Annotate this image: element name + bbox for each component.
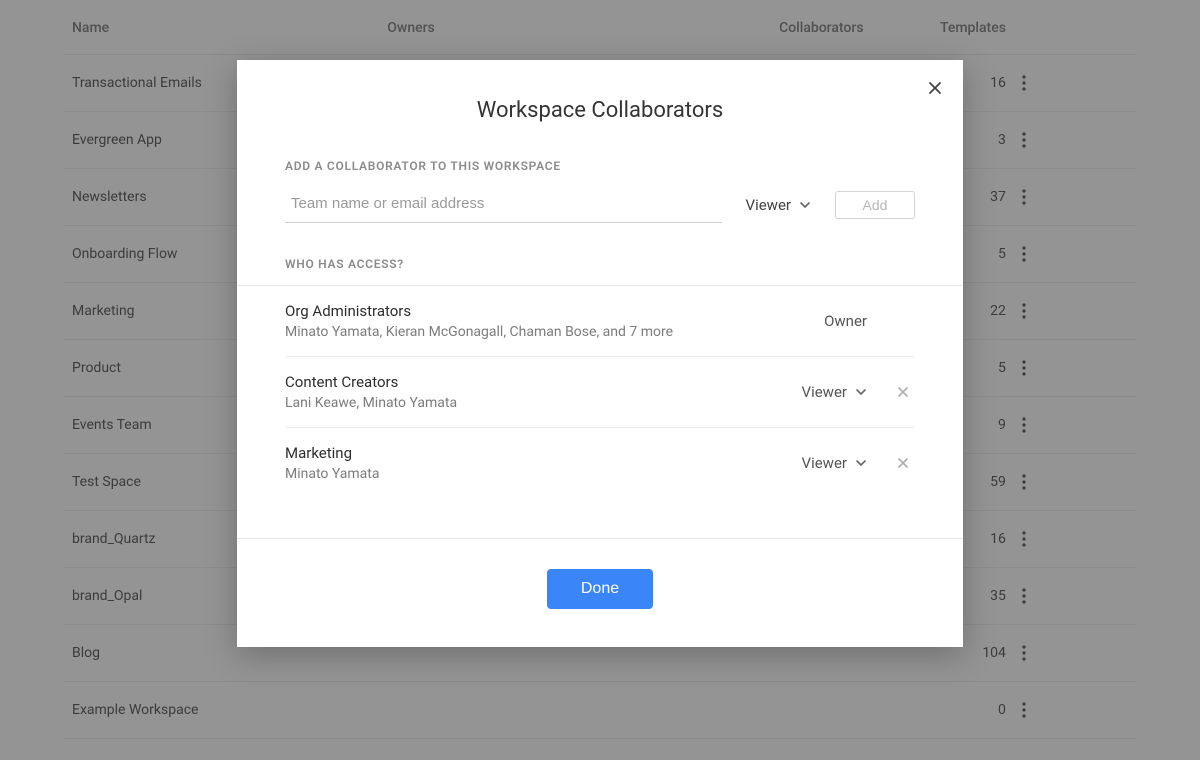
access-entry-name: Marketing [285, 444, 802, 462]
access-info: Content Creators Lani Keawe, Minato Yamat… [285, 373, 802, 411]
access-entry-members: Lani Keawe, Minato Yamata [285, 395, 802, 411]
access-role-dropdown[interactable]: Viewer [802, 454, 867, 472]
access-role-dropdown[interactable]: Viewer [802, 383, 867, 401]
access-role-text: Viewer [802, 454, 847, 472]
chevron-down-icon [799, 199, 811, 211]
chevron-down-icon [855, 457, 867, 469]
access-role-text: Viewer [802, 383, 847, 401]
collaborator-input[interactable] [285, 187, 722, 223]
close-icon [896, 385, 910, 399]
access-list: Org Administrators Minato Yamata, Kieran … [285, 286, 915, 498]
access-row: Marketing Minato YamataViewer [285, 428, 915, 498]
access-role-text: Owner [824, 312, 867, 330]
access-role-label: Owner [824, 312, 867, 330]
access-entry-name: Content Creators [285, 373, 802, 391]
add-collaborator-section: ADD A COLLABORATOR TO THIS WORKSPACE Vie… [237, 159, 963, 538]
close-icon [927, 80, 943, 96]
role-dropdown-label: Viewer [746, 196, 791, 214]
remove-spacer [891, 309, 915, 333]
chevron-down-icon [855, 386, 867, 398]
modal-title: Workspace Collaborators [237, 60, 963, 141]
remove-access-button[interactable] [891, 451, 915, 475]
remove-access-button[interactable] [891, 380, 915, 404]
access-entry-members: Minato Yamata, Kieran McGonagall, Chaman… [285, 324, 824, 340]
collaborators-modal: Workspace Collaborators ADD A COLLABORAT… [237, 60, 963, 647]
access-entry-name: Org Administrators [285, 302, 824, 320]
access-entry-members: Minato Yamata [285, 466, 802, 482]
role-dropdown[interactable]: Viewer [746, 196, 811, 214]
add-button[interactable]: Add [835, 191, 915, 219]
done-button[interactable]: Done [547, 569, 653, 609]
add-collaborator-row: Viewer Add [285, 187, 915, 223]
access-row: Org Administrators Minato Yamata, Kieran … [285, 286, 915, 357]
close-icon [896, 456, 910, 470]
access-info: Org Administrators Minato Yamata, Kieran … [285, 302, 824, 340]
access-row: Content Creators Lani Keawe, Minato Yamat… [285, 357, 915, 428]
modal-footer: Done [237, 538, 963, 647]
access-section-label: WHO HAS ACCESS? [285, 257, 915, 271]
close-button[interactable] [919, 72, 951, 104]
access-info: Marketing Minato Yamata [285, 444, 802, 482]
add-section-label: ADD A COLLABORATOR TO THIS WORKSPACE [285, 159, 915, 173]
